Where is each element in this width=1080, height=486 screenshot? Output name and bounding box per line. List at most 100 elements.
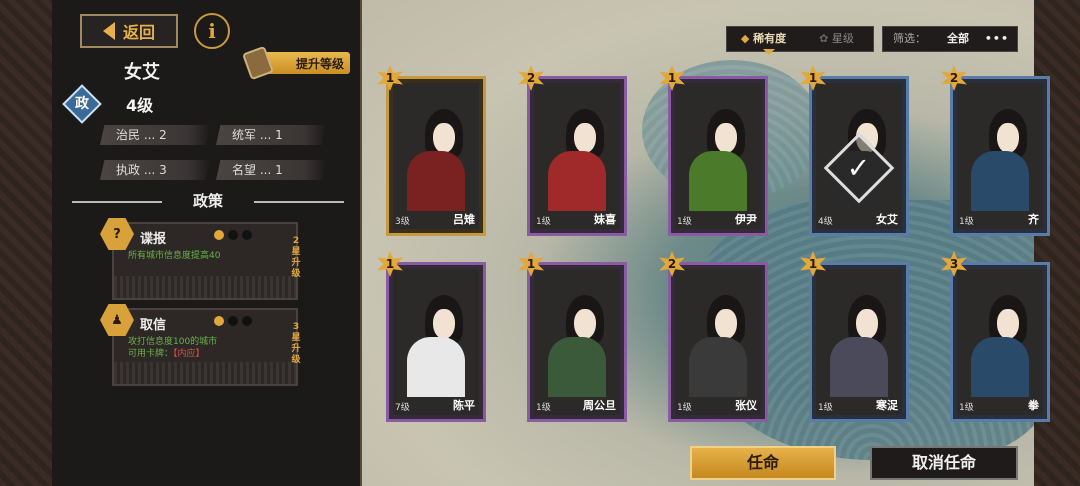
character-level: 4级 [126, 96, 154, 115]
upgrade-label: 提升等级 [295, 56, 344, 71]
policy-description: 所有城市信息度提高40 [128, 250, 220, 262]
card-name: 齐 [1028, 213, 1039, 226]
policy-description: 攻打信息度100的城市 可用卡牌：【内应】 [128, 336, 217, 360]
attribute-glyph: 政 [75, 96, 89, 112]
policy-card-espionage[interactable]: ? 谍报 所有城市信息度提高40 [100, 218, 298, 300]
portrait-body [548, 337, 606, 397]
policy-star-dots [214, 316, 252, 326]
card-level: 4级 [818, 217, 833, 227]
portrait-body [830, 337, 888, 397]
portrait-body [971, 337, 1029, 397]
card-inner: ✓1级寒浞 [816, 269, 902, 415]
stat-fame: 名望 ... 1 [216, 160, 326, 180]
back-arrow-icon [102, 22, 115, 40]
card-inner: ✓3级吕雉 [393, 83, 479, 229]
card-level: 1级 [677, 403, 692, 413]
portrait-face [433, 123, 455, 153]
scroll-icon [241, 45, 275, 81]
portrait-body [689, 151, 747, 211]
sort-star-tab[interactable]: 星级 [800, 27, 873, 51]
card-name: 女艾 [876, 213, 898, 226]
character-card[interactable]: ✓1级张仪2 [659, 251, 768, 422]
character-portrait [828, 287, 890, 397]
sort-tabs: 稀有度 星级 [726, 26, 874, 52]
filter-dropdown[interactable]: 筛选： 全部 ••• [882, 26, 1018, 52]
policy-upgrade-note: 3星升级 [291, 322, 301, 365]
portrait-face [433, 309, 455, 339]
card-level: 1级 [536, 403, 551, 413]
card-level: 1级 [959, 403, 974, 413]
policy-card-trust[interactable]: ♟ 取信 攻打信息度100的城市 可用卡牌：【内应】 [100, 304, 298, 386]
character-portrait [546, 101, 608, 211]
card-inner: ✓1级妹喜 [534, 83, 620, 229]
character-card[interactable]: ✓1级伊尹1 [659, 65, 768, 236]
card-inner: ✓1级伊尹 [675, 83, 761, 229]
filter-label: 筛选： [893, 32, 926, 45]
back-label: 返回 [122, 23, 155, 42]
character-detail-panel: 返回 i 提升等级 女艾 政 4级 治民 ... 2 统军 ... 1 执政 .… [52, 0, 362, 486]
character-card[interactable]: ✓1级拳3 [941, 251, 1050, 422]
character-card[interactable]: ✓1级寒浞1 [800, 251, 909, 422]
sort-rarity-tab[interactable]: 稀有度 [727, 27, 800, 51]
card-name: 陈平 [453, 399, 475, 412]
portrait-face [715, 123, 737, 153]
politics-attribute-icon: 政 [62, 84, 102, 124]
card-inner: ✓7级陈平 [393, 269, 479, 415]
card-inner: ✓1级周公旦 [534, 269, 620, 415]
card-name: 寒浞 [876, 399, 898, 412]
character-card[interactable]: ✓1级妹喜2 [518, 65, 627, 236]
character-name: 女艾 [124, 62, 160, 83]
card-name: 张仪 [735, 399, 757, 412]
character-portrait [969, 287, 1031, 397]
card-level: 3级 [395, 217, 410, 227]
character-portrait [687, 101, 749, 211]
policy-section-title: 政策 [72, 190, 344, 211]
espionage-icon: ? [100, 218, 134, 250]
character-card[interactable]: ✓ 4级 女艾 1 [800, 65, 909, 236]
policy-name: 谍报 [140, 232, 167, 247]
portrait-face [997, 309, 1019, 339]
portrait-body [407, 151, 465, 211]
card-inner: ✓ 4级 女艾 [816, 83, 902, 229]
card-level: 1级 [959, 217, 974, 227]
cancel-appoint-button[interactable]: 取消任命 [870, 446, 1018, 480]
filter-value: 全部 [947, 32, 969, 45]
portrait-body [407, 337, 465, 397]
character-card[interactable]: ✓3级吕雉1 [377, 65, 486, 236]
info-button[interactable]: i [194, 13, 230, 49]
stat-administration: 执政 ... 3 [100, 160, 210, 180]
character-portrait [687, 287, 749, 397]
policy-card-name: 【内应】 [173, 349, 205, 359]
policy-pattern [114, 276, 296, 298]
character-portrait [969, 101, 1031, 211]
portrait-face [574, 309, 596, 339]
portrait-body [548, 151, 606, 211]
card-level: 7级 [395, 403, 410, 413]
back-button[interactable]: 返回 [80, 14, 178, 48]
policy-desc-line: 所有城市信息度提高40 [128, 251, 221, 261]
left-border-pattern [0, 0, 52, 486]
policy-name: 取信 [140, 318, 167, 333]
card-level: 1级 [536, 217, 551, 227]
character-card[interactable]: ✓1级周公旦1 [518, 251, 627, 422]
card-inner: ✓1级拳 [957, 269, 1043, 415]
policy-upgrade-note: 2星升级 [291, 236, 301, 279]
trust-icon: ♟ [100, 304, 134, 336]
character-card[interactable]: ✓7级陈平1 [377, 251, 486, 422]
stat-military: 统军 ... 1 [216, 125, 326, 145]
card-level: 1级 [818, 403, 833, 413]
upgrade-level-button[interactable]: 提升等级 [241, 45, 350, 81]
portrait-body [971, 151, 1029, 211]
character-card[interactable]: ✓1级齐2 [941, 65, 1050, 236]
card-name: 吕雉 [453, 213, 475, 226]
policy-desc-line: 可用卡牌： [128, 349, 174, 359]
policy-desc-line: 攻打信息度100的城市 [128, 337, 218, 347]
info-icon: i [208, 19, 216, 43]
policy-star-dots [214, 230, 252, 240]
card-name: 妹喜 [594, 213, 616, 226]
more-icon[interactable]: ••• [985, 27, 1009, 51]
portrait-body [689, 337, 747, 397]
policy-pattern [114, 362, 296, 384]
portrait-face [574, 123, 596, 153]
appoint-button[interactable]: 任命 [690, 446, 836, 480]
